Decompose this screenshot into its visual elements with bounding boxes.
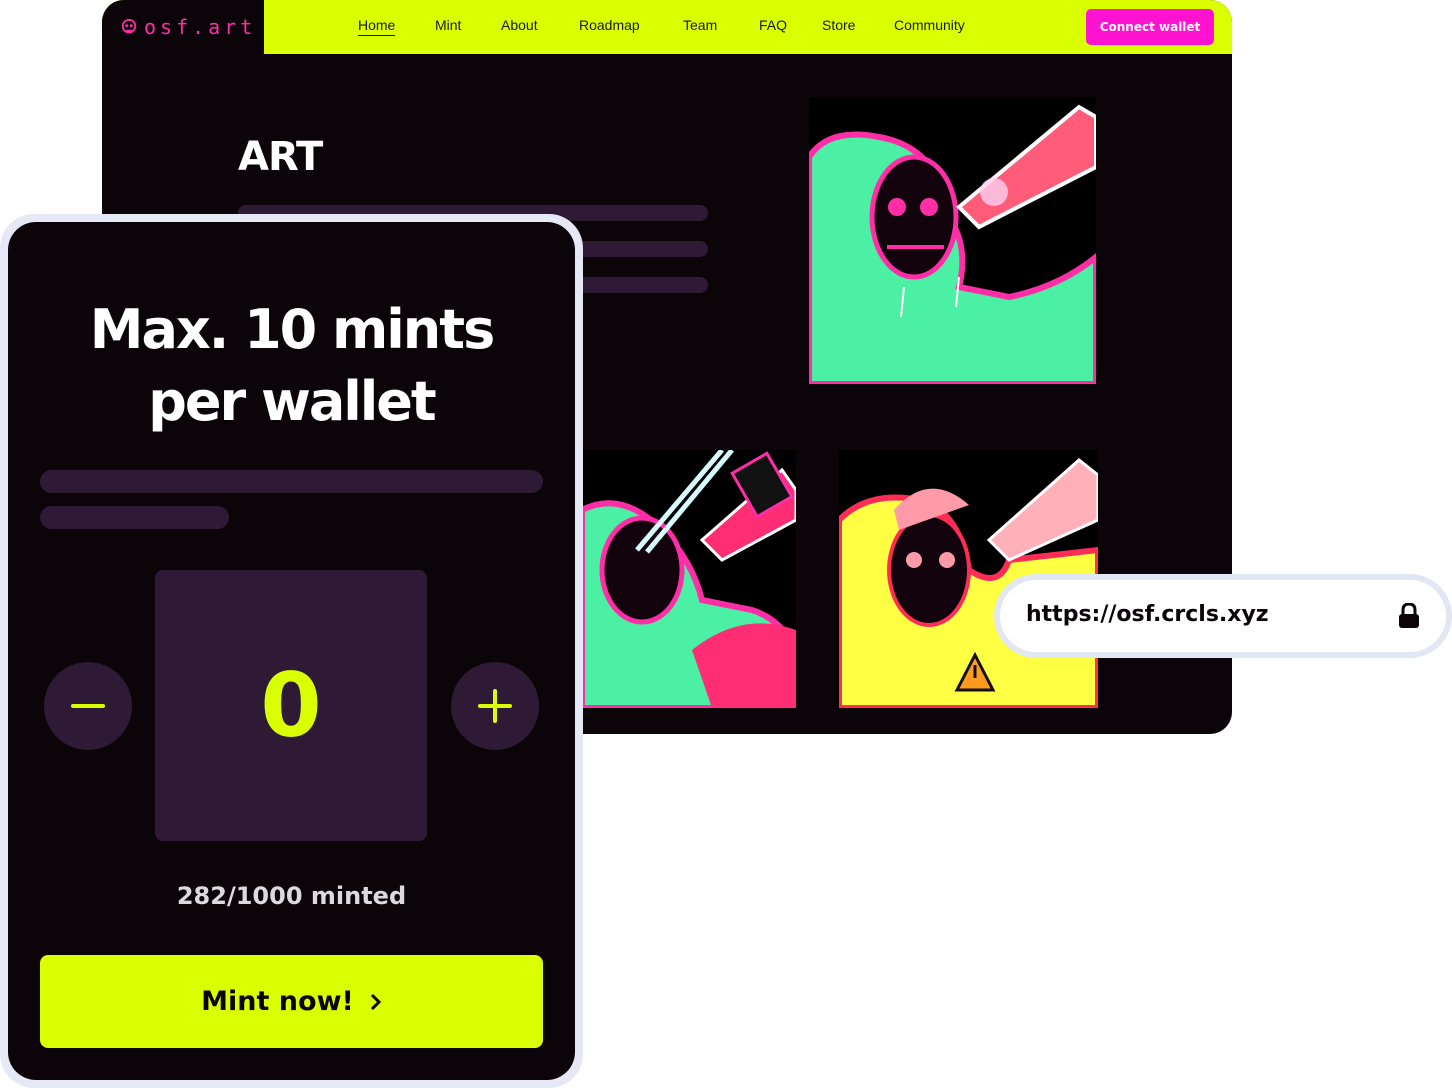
increment-button[interactable] [451,662,539,750]
logo[interactable]: osf.art [102,0,264,54]
decrement-button[interactable] [44,662,132,750]
logo-text: osf.art [144,15,257,39]
nav-team[interactable]: Team [683,17,717,33]
url-text: https://osf.crcls.xyz [1026,602,1269,627]
mint-now-button[interactable]: Mint now! [40,955,543,1048]
artwork-1[interactable] [809,97,1096,384]
nav-mint[interactable]: Mint [435,17,461,33]
mint-panel: Max. 10 mints per wallet 0 282/1000 mint… [8,222,575,1080]
artwork-2[interactable] [582,450,796,708]
nav-home[interactable]: Home [358,17,396,36]
nav-roadmap[interactable]: Roadmap [579,17,640,33]
nav-faq[interactable]: FAQ [759,17,787,33]
nav-store[interactable]: Store [822,17,855,33]
minted-count: 282/1000 minted [176,882,407,910]
connect-wallet-button[interactable]: Connect wallet [1086,9,1214,45]
url-bar-inner: https://osf.crcls.xyz [1000,580,1446,652]
top-nav: osf.art Home Mint About Roadmap Team FAQ… [102,0,1232,54]
chevron-right-icon [370,993,381,1010]
text-placeholder-line [40,506,229,529]
plus-icon [478,689,512,723]
nav-about[interactable]: About [501,17,538,33]
quantity-display: 0 [155,570,427,841]
minus-icon [71,704,105,708]
nav-community[interactable]: Community [894,17,965,33]
mint-limit-title: Max. 10 mints per wallet [89,298,495,433]
lock-icon [1399,603,1419,628]
url-bar[interactable]: https://osf.crcls.xyz [994,574,1452,658]
mint-count: 0 [260,654,322,757]
text-placeholder-line [40,470,543,493]
section-title: ART [238,134,323,180]
mint-panel-frame: Max. 10 mints per wallet 0 282/1000 mint… [0,214,583,1088]
mint-now-label: Mint now! [201,986,354,1017]
skull-logo-icon [121,18,137,34]
